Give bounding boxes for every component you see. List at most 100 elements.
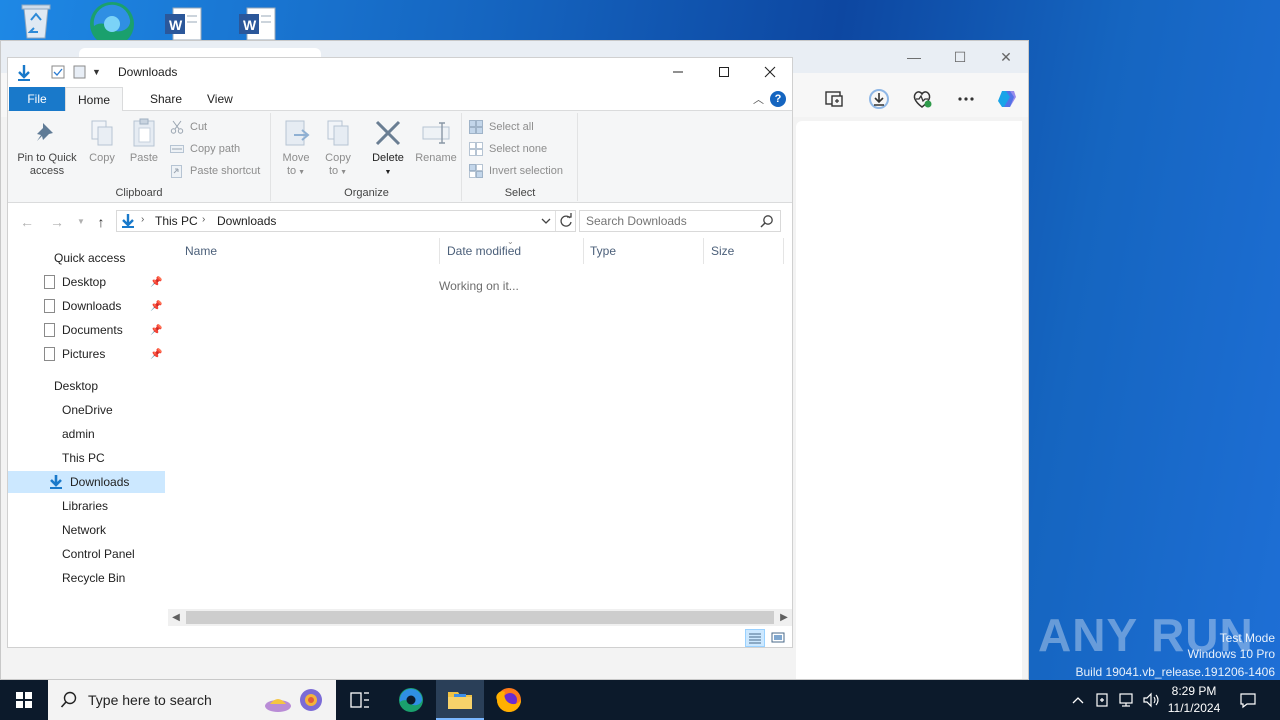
column-header-name[interactable]: Name [168,238,440,264]
start-button[interactable] [0,680,48,720]
paste-shortcut-button[interactable]: Paste shortcut [170,161,260,181]
search-box[interactable] [579,210,781,232]
split-screen-icon[interactable] [822,87,846,111]
nav-quick-pictures-label: Pictures [62,347,106,361]
organize-group: Move to ▼ Copy to ▼ Delete ▼ Rename Orga… [272,113,462,201]
firefox-taskbar-icon[interactable] [485,680,533,720]
search-highlight-icon[interactable] [262,686,328,719]
edge-icon[interactable] [88,0,134,46]
nav-control-panel[interactable]: Control Panel [8,543,165,565]
nav-this-pc[interactable]: This PC [8,447,165,469]
tab-view[interactable]: View [195,87,245,111]
column-header-type[interactable]: Type [584,238,704,264]
copy-to-button[interactable]: Copy to ▼ [320,117,356,179]
file-explorer-window[interactable]: ▼ Downloads File Home Share View ︿ ? Pin… [7,57,793,648]
scrollbar-thumb[interactable] [186,611,774,624]
close-button[interactable] [747,58,793,86]
breadcrumb-separator-icon[interactable]: › [202,214,205,225]
nav-recycle-bin[interactable]: Recycle Bin [8,567,165,589]
rename-icon [420,117,452,149]
select-group: Select all Select none Invert selection … [463,113,578,201]
minimize-button[interactable] [655,58,701,86]
refresh-icon[interactable] [555,211,575,231]
copy-path-button[interactable]: Copy path [170,139,240,159]
nav-libraries[interactable]: Libraries [8,495,165,517]
breadcrumb-downloads[interactable]: Downloads [217,214,276,228]
downloads-folder-icon [16,64,32,81]
more-options-icon[interactable] [954,87,978,111]
edge-taskbar-icon[interactable] [387,680,435,720]
select-none-button[interactable]: Select none [469,139,547,159]
move-to-button[interactable]: Move to ▼ [278,117,314,179]
nav-desktop[interactable]: Desktop [8,375,165,397]
network-icon[interactable] [1118,691,1136,720]
word-document-icon[interactable]: W [163,0,207,41]
nav-admin-label: admin [62,427,95,441]
pin-to-quick-access-button[interactable]: Pin to Quick access [14,117,80,178]
browser-maximize-button[interactable]: ☐ [952,49,968,65]
recycle-bin-icon[interactable] [14,0,58,40]
search-icon[interactable] [760,214,774,228]
browser-minimize-button[interactable]: — [906,49,922,65]
pin-icon: 📌 [150,277,163,288]
tab-home[interactable]: Home [65,87,124,112]
nav-downloads[interactable]: Downloads [8,471,165,493]
system-clock[interactable]: 8:29 PM 11/1/2024 [1164,683,1224,717]
copy-button[interactable]: Copy [84,117,120,165]
recent-locations-icon[interactable]: ▼ [71,212,91,232]
page-icon [44,299,55,313]
title-bar[interactable]: ▼ Downloads [8,58,792,86]
address-dropdown-icon[interactable] [540,214,552,231]
tab-file[interactable]: File [9,87,65,111]
up-arrow-icon[interactable]: ↑ [91,212,111,232]
forward-arrow-icon[interactable]: → [47,212,67,232]
nav-network[interactable]: Network [8,519,165,541]
file-list[interactable]: Name Date modified ⌄ Type Size Working o… [168,237,784,608]
browser-essentials-icon[interactable] [910,87,934,111]
select-all-button[interactable]: Select all [469,117,534,137]
volume-icon[interactable] [1142,691,1160,720]
breadcrumb-separator-icon[interactable]: › [141,214,144,225]
scroll-right-arrow-icon[interactable]: ▶ [776,609,792,626]
back-arrow-icon[interactable]: ← [17,212,37,232]
collapse-ribbon-icon[interactable]: ︿ [753,91,764,107]
customize-toolbar-icon[interactable]: ▼ [92,64,108,80]
nav-quick-desktop[interactable]: Desktop 📌 [8,271,165,293]
column-header-size[interactable]: Size [704,238,784,264]
delete-button[interactable]: Delete ▼ [368,117,408,179]
column-header-date-modified[interactable]: Date modified ⌄ [440,237,584,264]
scroll-left-arrow-icon[interactable]: ◀ [168,609,184,626]
rename-button[interactable]: Rename [414,117,458,165]
task-view-icon[interactable] [336,680,384,720]
large-icons-view-button[interactable] [768,629,788,647]
breadcrumb-this-pc[interactable]: This PC [155,214,198,228]
show-hidden-icons-icon[interactable] [1070,692,1086,720]
meet-now-icon[interactable] [1094,691,1112,720]
nav-quick-documents[interactable]: Documents 📌 [8,319,165,341]
invert-selection-button[interactable]: Invert selection [469,161,563,181]
copilot-icon[interactable] [996,87,1020,111]
downloads-folder-icon [48,474,64,497]
tab-share[interactable]: Share [138,87,194,111]
cut-button[interactable]: Cut [170,117,207,137]
file-explorer-taskbar-icon[interactable] [436,680,484,720]
nav-quick-access[interactable]: Quick access [8,247,165,269]
new-folder-icon[interactable] [72,64,88,80]
help-icon[interactable]: ? [770,91,786,107]
nav-quick-pictures[interactable]: Pictures 📌 [8,343,165,365]
invert-selection-icon [469,164,483,178]
downloads-icon[interactable] [867,87,891,111]
word-document-icon[interactable]: W [237,0,281,41]
taskbar-search-box[interactable]: Type here to search [48,680,336,720]
properties-icon[interactable] [50,64,66,80]
search-input[interactable] [586,214,756,228]
nav-quick-downloads[interactable]: Downloads 📌 [8,295,165,317]
nav-onedrive[interactable]: OneDrive [8,399,165,421]
horizontal-scrollbar[interactable]: ◀ ▶ [168,609,792,626]
browser-close-button[interactable]: ✕ [998,49,1014,65]
nav-admin[interactable]: admin [8,423,165,445]
details-view-button[interactable] [745,629,765,647]
notifications-icon[interactable] [1238,690,1258,720]
paste-button[interactable]: Paste [126,117,162,165]
maximize-button[interactable] [701,58,747,86]
